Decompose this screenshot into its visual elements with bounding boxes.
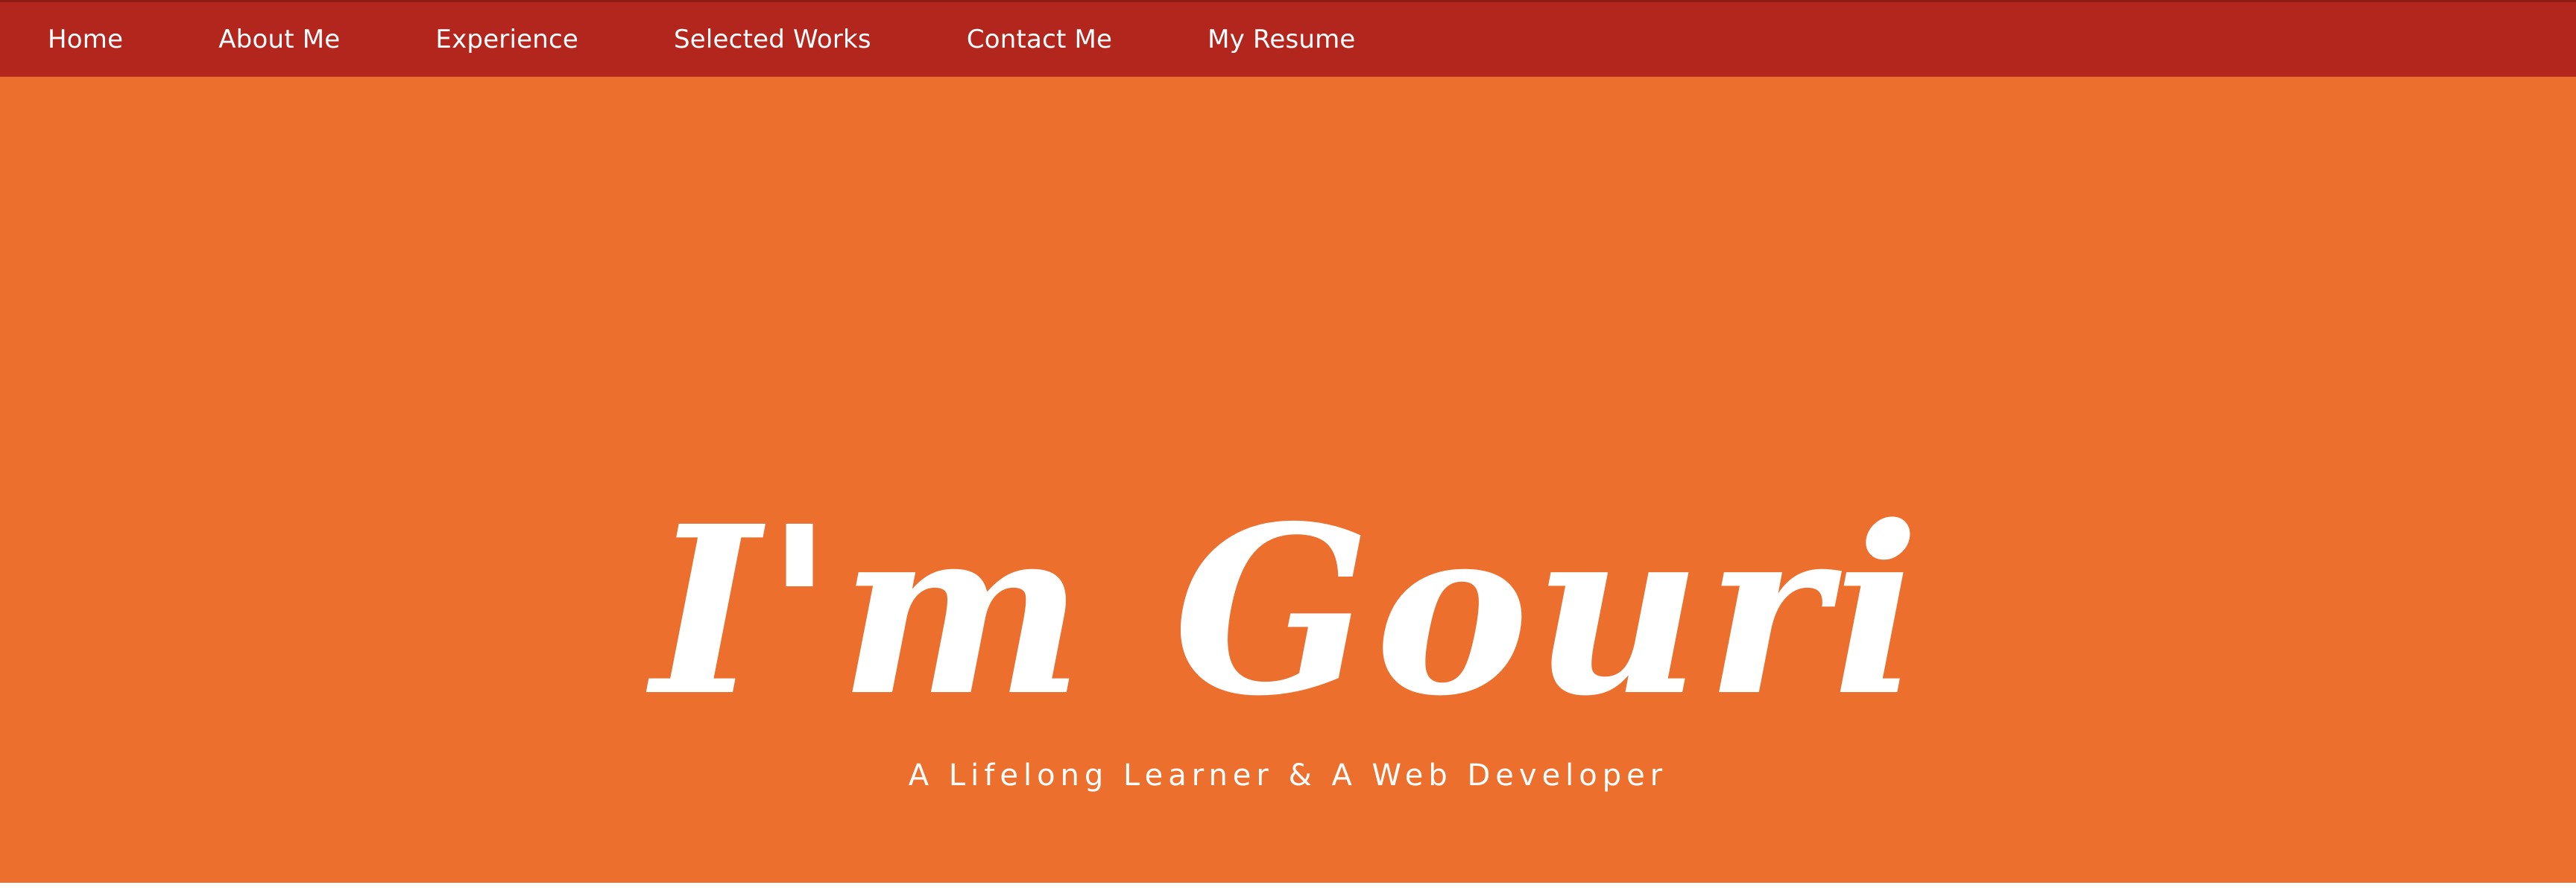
- nav-link-home[interactable]: Home: [48, 25, 123, 54]
- hero-subtitle: A Lifelong Learner & A Web Developer: [908, 758, 1668, 793]
- bottom-divider: [0, 883, 2576, 888]
- nav-link-contact-me[interactable]: Contact Me: [967, 25, 1112, 54]
- nav-menu: Home About Me Experience Selected Works …: [0, 2, 1356, 77]
- page: Home About Me Experience Selected Works …: [0, 0, 2576, 888]
- hero-section: I'm Gouri A Lifelong Learner & A Web Dev…: [0, 77, 2576, 883]
- nav-link-selected-works[interactable]: Selected Works: [674, 25, 871, 54]
- hero-title: I'm Gouri: [651, 475, 1925, 747]
- nav-link-my-resume[interactable]: My Resume: [1208, 25, 1355, 54]
- nav-link-experience[interactable]: Experience: [435, 25, 578, 54]
- top-navigation-bar: Home About Me Experience Selected Works …: [0, 0, 2576, 77]
- nav-link-about-me[interactable]: About Me: [218, 25, 340, 54]
